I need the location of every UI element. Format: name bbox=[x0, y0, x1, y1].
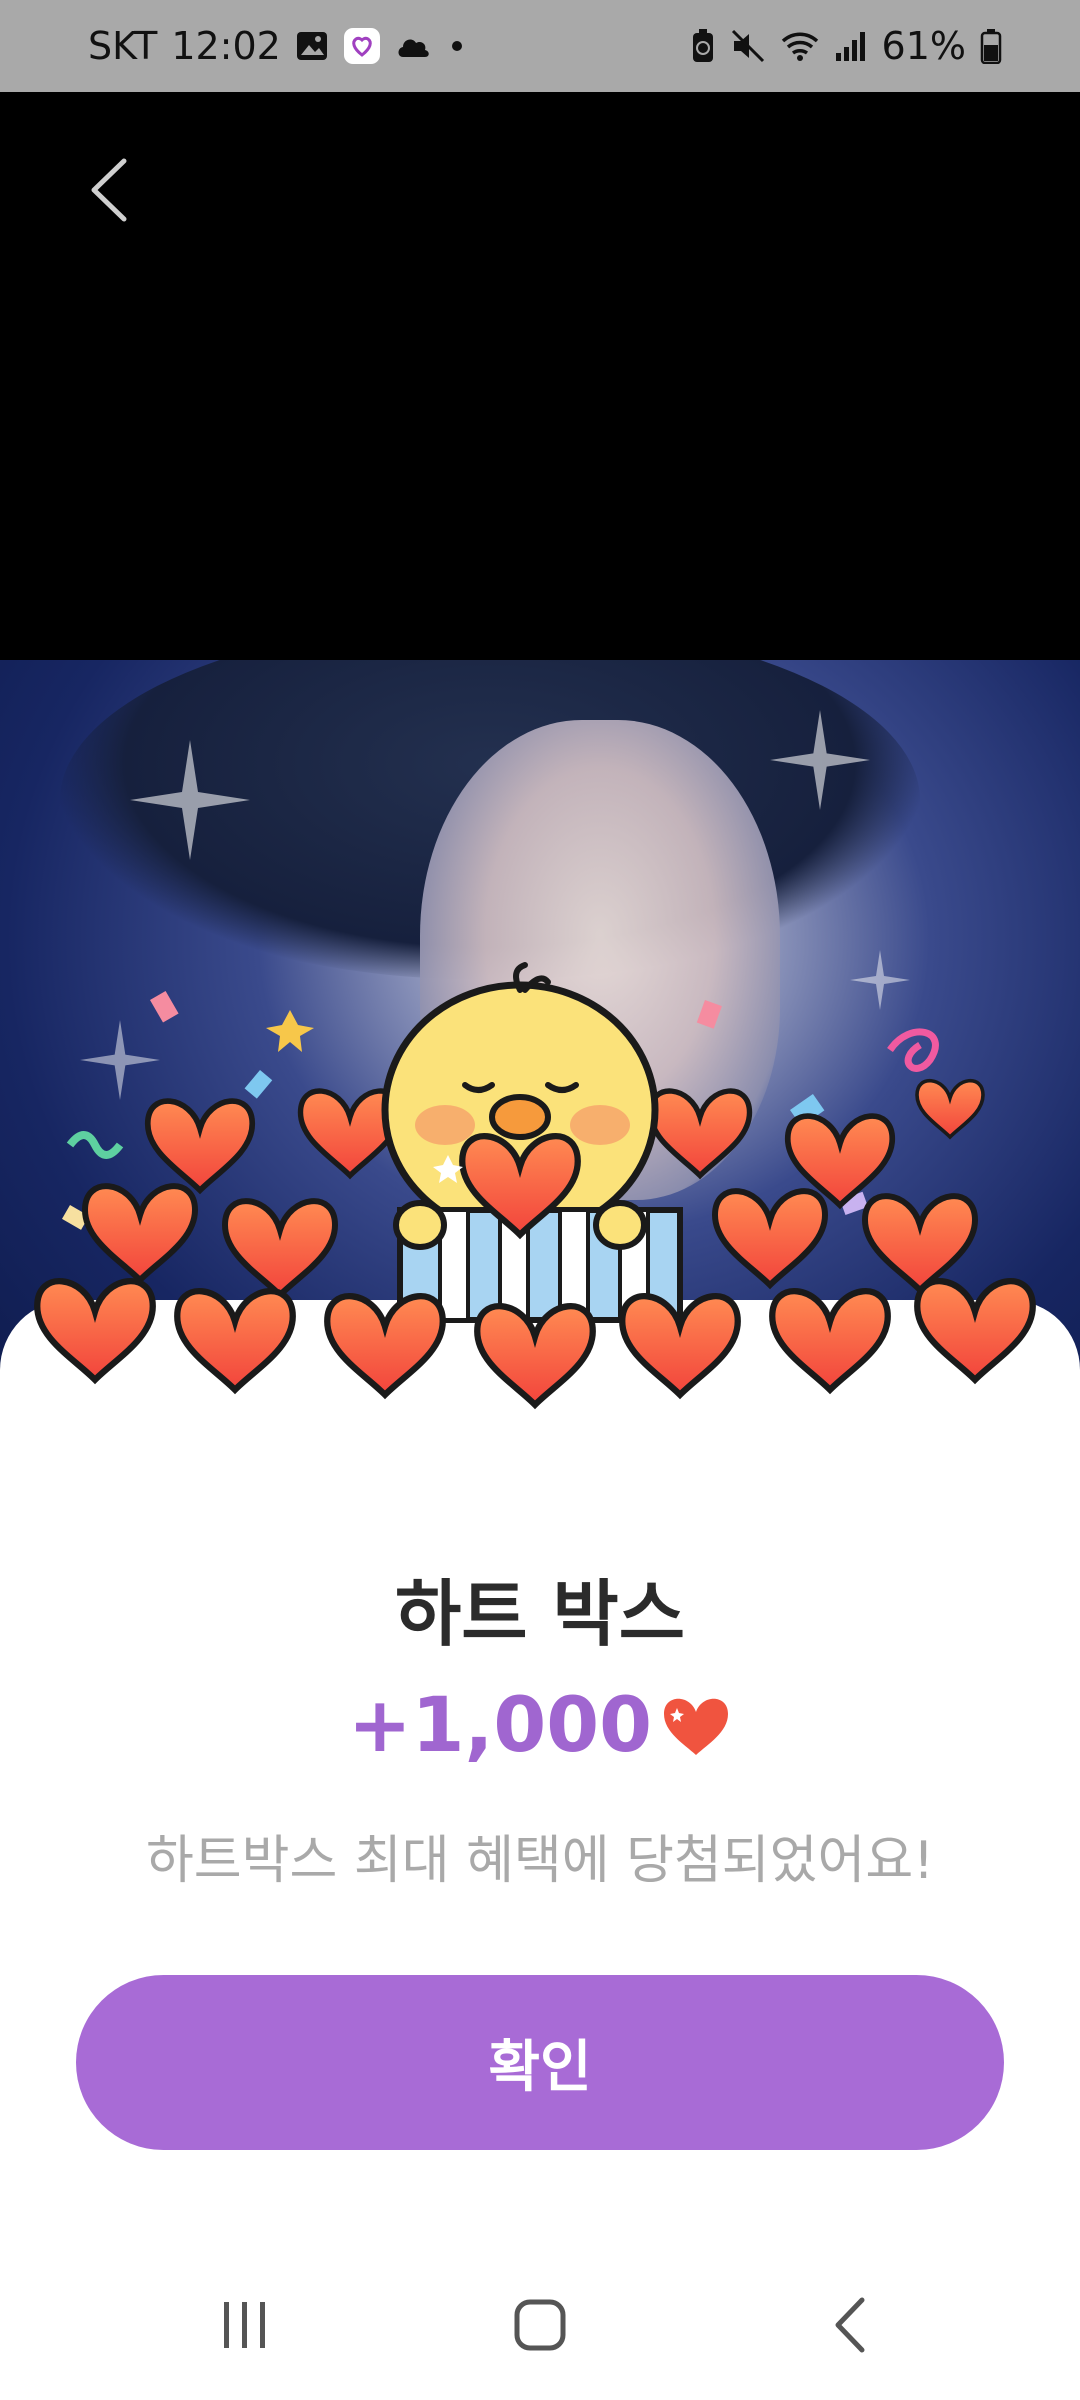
signal-icon bbox=[834, 29, 868, 63]
reward-amount: +1,000 bbox=[347, 1680, 653, 1769]
status-left: SKT 12:02 bbox=[88, 0, 467, 92]
battery-icon bbox=[980, 28, 1002, 64]
reward-message: 하트박스 최대 혜택에 당첨되었어요! bbox=[145, 1831, 935, 1891]
gallery-icon bbox=[295, 29, 329, 63]
battery-saver-icon bbox=[690, 28, 716, 64]
app-notification-icon bbox=[343, 27, 381, 65]
carrier-label: SKT bbox=[88, 24, 158, 68]
reward-title: 하트 박스 bbox=[394, 1572, 686, 1656]
chevron-left-icon bbox=[91, 158, 127, 222]
sparkle-icon bbox=[770, 710, 870, 810]
recent-apps-button[interactable] bbox=[175, 2250, 315, 2400]
wifi-icon bbox=[780, 29, 820, 63]
system-nav-bar bbox=[0, 2250, 1080, 2400]
sparkle-icon bbox=[130, 740, 250, 860]
media-header bbox=[0, 92, 1080, 660]
mute-icon bbox=[730, 28, 766, 64]
heart-icon bbox=[664, 1698, 729, 1755]
confirm-button[interactable]: 확인 bbox=[76, 1975, 1004, 2150]
reward-amount-row: +1,000 bbox=[0, 1680, 1080, 1769]
home-icon bbox=[514, 2299, 566, 2351]
cloud-icon bbox=[395, 29, 433, 63]
status-bar: SKT 12:02 61% bbox=[0, 0, 1080, 92]
dot-icon bbox=[447, 36, 467, 56]
clock: 12:02 bbox=[171, 24, 281, 68]
home-button[interactable] bbox=[470, 2250, 610, 2400]
back-button[interactable] bbox=[78, 150, 138, 230]
recent-apps-icon bbox=[224, 2302, 265, 2348]
mascot-heart-box-illustration bbox=[0, 962, 1080, 1480]
back-icon bbox=[835, 2297, 865, 2353]
battery-percent: 61% bbox=[881, 24, 966, 68]
nav-back-button[interactable] bbox=[780, 2250, 920, 2400]
status-right: 61% bbox=[690, 0, 1002, 92]
